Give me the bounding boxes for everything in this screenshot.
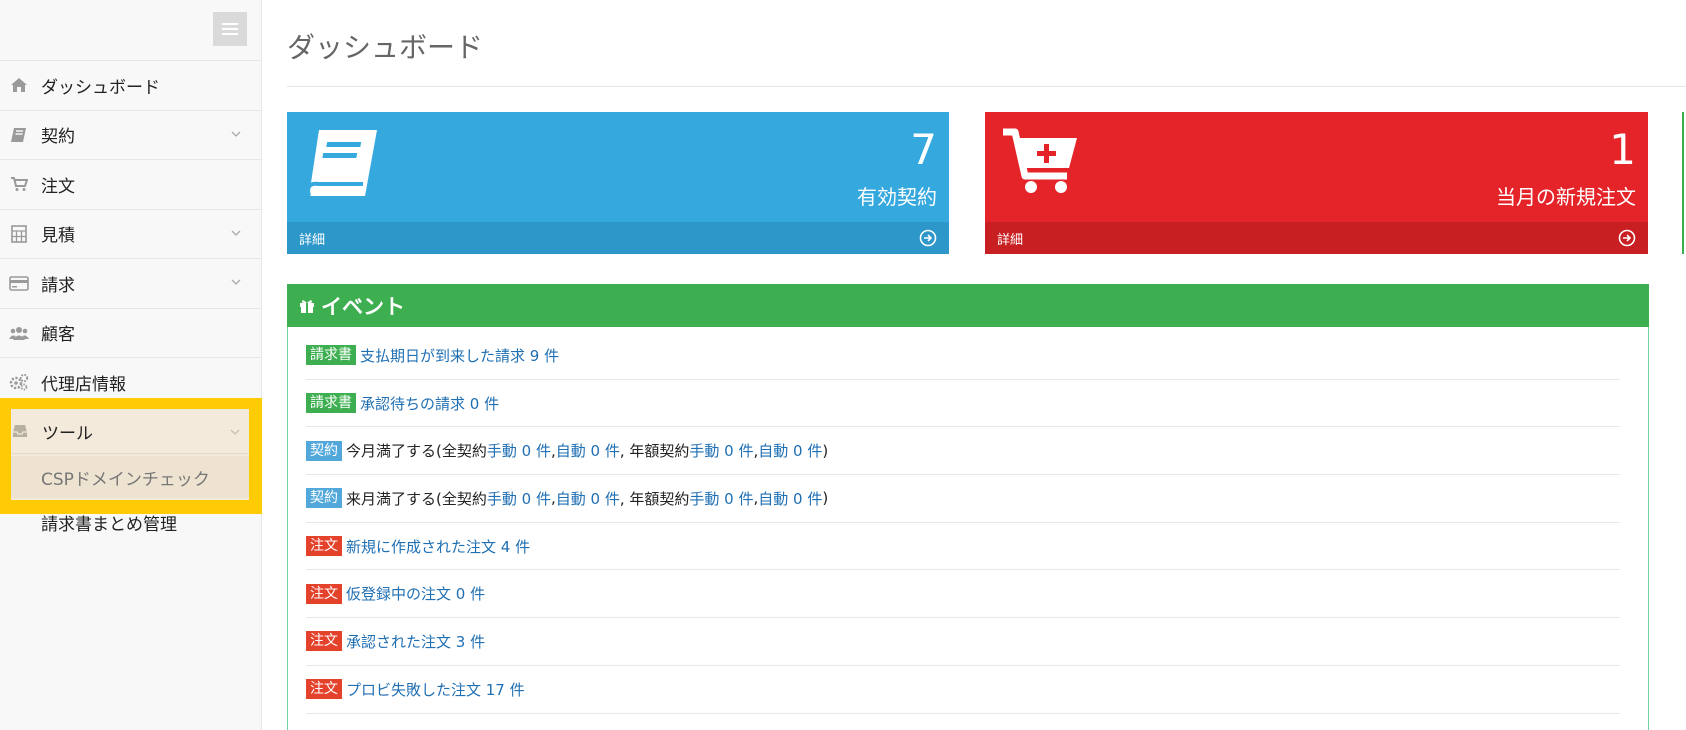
- next-panel-edge: [1682, 112, 1684, 254]
- event-badge: 契約: [306, 440, 342, 461]
- book-icon: [303, 126, 383, 206]
- event-badge: 注文: [306, 679, 342, 700]
- cart-plus-icon: [1001, 126, 1081, 200]
- event-row: 契約 来月満了する(全契約 手動 0 件 , 自動 0 件 , 年額契約 手動 …: [306, 475, 1620, 523]
- new-orders-count: 1: [1609, 125, 1636, 174]
- active-contracts-details-link[interactable]: 詳細: [287, 222, 949, 254]
- sidebar-subitem-csp-domain-check[interactable]: CSPドメインチェック: [11, 456, 249, 498]
- manual-count-link[interactable]: 手動 0 件: [487, 440, 551, 461]
- event-text: , 年額契約: [619, 442, 690, 461]
- event-link[interactable]: プロビ失敗した注文 17 件: [346, 679, 525, 700]
- event-row: 注文 仮登録中の注文 0 件: [306, 570, 1620, 619]
- chevron-down-icon: [231, 230, 241, 236]
- details-label: 詳細: [997, 232, 1024, 248]
- sidebar-item-billing[interactable]: 請求: [0, 259, 261, 309]
- annual-auto-count-link[interactable]: 自動 0 件: [758, 440, 822, 461]
- chevron-down-icon: [231, 279, 241, 285]
- chevron-down-icon: [231, 131, 241, 137]
- event-text: ): [822, 489, 829, 508]
- event-row: 注文 新規に作成された注文 4 件: [306, 523, 1620, 571]
- tools-menu: ツール CSPドメインチェック: [11, 409, 249, 500]
- sidebar: ダッシュボード 契約 注文 見積 請求 顧客 代理店情報 ツール CSPドメイン…: [0, 0, 262, 730]
- active-contracts-label: 有効契約: [857, 185, 937, 209]
- event-badge: 注文: [306, 631, 342, 652]
- gears-icon: [8, 371, 30, 393]
- hamburger-icon: [222, 23, 238, 25]
- sidebar-item-label: 代理店情報: [41, 374, 126, 395]
- event-text: ): [822, 441, 829, 460]
- credit-card-icon: [8, 272, 30, 294]
- annual-auto-count-link[interactable]: 自動 0 件: [758, 488, 822, 509]
- event-badge: 請求書: [306, 345, 356, 366]
- annual-manual-count-link[interactable]: 手動 0 件: [689, 488, 753, 509]
- sidebar-item-label: ツール: [42, 423, 93, 444]
- calculator-icon: [8, 223, 30, 245]
- events-title: イベント: [321, 294, 405, 319]
- event-badge: 請求書: [306, 393, 356, 414]
- sidebar-item-label: 契約: [41, 127, 75, 148]
- auto-count-link[interactable]: 自動 0 件: [556, 440, 620, 461]
- sidebar-item-contracts[interactable]: 契約: [0, 111, 261, 160]
- arrow-circle-right-icon: [1618, 229, 1636, 247]
- menu-toggle-button[interactable]: [213, 12, 247, 46]
- event-badge: 注文: [306, 583, 342, 604]
- event-text: 今月満了する(全契約: [346, 442, 487, 461]
- sidebar-item-label: 注文: [41, 176, 75, 197]
- sidebar-item-customers[interactable]: 顧客: [0, 309, 261, 358]
- events-panel: イベント 請求書 支払期日が到来した請求 9 件 請求書 承認待ちの請求 0 件…: [287, 284, 1649, 730]
- title-divider: [287, 86, 1686, 87]
- sidebar-item-label: 見積: [41, 226, 75, 247]
- sidebar-subitem-invoice-summary[interactable]: 請求書まとめ管理: [41, 510, 177, 535]
- events-header: イベント: [287, 284, 1649, 327]
- details-label: 詳細: [299, 232, 326, 248]
- annual-manual-count-link[interactable]: 手動 0 件: [689, 440, 753, 461]
- sidebar-item-tools[interactable]: ツール: [11, 409, 249, 454]
- sidebar-item-quotes[interactable]: 見積: [0, 210, 261, 259]
- event-badge: 契約: [306, 488, 342, 509]
- event-link[interactable]: 承認された注文 3 件: [346, 631, 485, 652]
- sidebar-item-label: 顧客: [41, 325, 75, 346]
- new-orders-details-link[interactable]: 詳細: [985, 222, 1648, 254]
- event-row: 請求書 支払期日が到来した請求 9 件: [306, 332, 1620, 380]
- active-contracts-count: 7: [910, 125, 937, 174]
- tools-highlight: ツール CSPドメインチェック: [0, 398, 262, 514]
- users-icon: [8, 322, 30, 344]
- sidebar-header: [0, 0, 261, 61]
- book-icon: [8, 124, 30, 146]
- inbox-icon: [9, 420, 31, 442]
- event-link[interactable]: 支払期日が到来した請求 9 件: [360, 345, 559, 366]
- chevron-down-icon: [230, 429, 240, 435]
- sidebar-item-label: ダッシュボード: [41, 77, 160, 98]
- home-icon: [8, 74, 30, 96]
- sidebar-item-orders[interactable]: 注文: [0, 160, 261, 210]
- sidebar-item-label: 請求: [41, 275, 75, 296]
- event-row: 契約 今月満了する(全契約 手動 0 件 , 自動 0 件 , 年額契約 手動 …: [306, 427, 1620, 476]
- manual-count-link[interactable]: 手動 0 件: [487, 488, 551, 509]
- event-row: 請求書 承認待ちの請求 0 件: [306, 380, 1620, 428]
- new-orders-label: 当月の新規注文: [1496, 185, 1636, 209]
- arrow-circle-right-icon: [919, 229, 937, 247]
- event-row: 注文 承認された注文 3 件: [306, 618, 1620, 666]
- auto-count-link[interactable]: 自動 0 件: [556, 488, 620, 509]
- event-text: , 年額契約: [619, 489, 690, 508]
- event-link[interactable]: 仮登録中の注文 0 件: [346, 583, 485, 604]
- event-badge: 注文: [306, 536, 342, 557]
- gift-icon: [300, 299, 314, 313]
- new-orders-panel: 1 当月の新規注文 詳細: [985, 112, 1648, 254]
- sidebar-item-dashboard[interactable]: ダッシュボード: [0, 61, 261, 111]
- cart-icon: [8, 173, 30, 195]
- event-link[interactable]: 承認待ちの請求 0 件: [360, 393, 499, 414]
- event-row: 注文 プロビ失敗した注文 17 件: [306, 666, 1620, 714]
- active-contracts-panel: 7 有効契約 詳細: [287, 112, 949, 254]
- event-text: 来月満了する(全契約: [346, 489, 487, 508]
- event-link[interactable]: 新規に作成された注文 4 件: [346, 536, 530, 557]
- page-title: ダッシュボード: [287, 31, 484, 64]
